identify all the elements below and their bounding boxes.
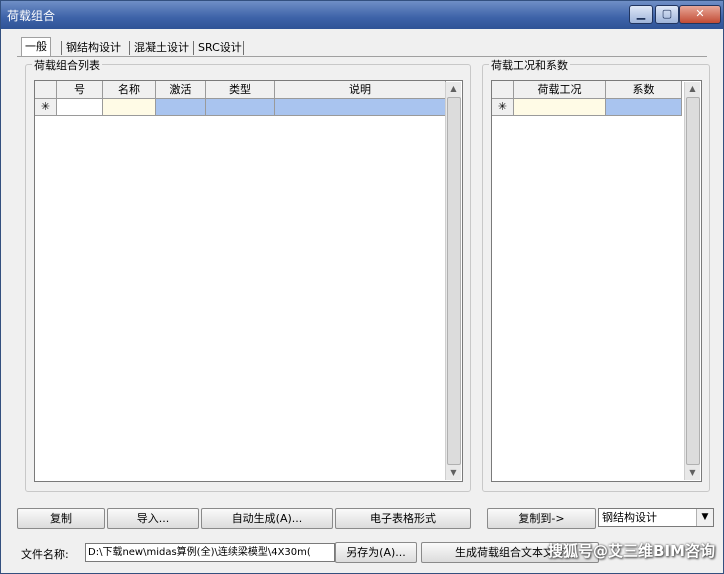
tab-general[interactable]: 一般 <box>21 37 51 57</box>
watermark-text: 搜狐号@艾三维BIM咨询 <box>548 542 715 560</box>
close-button[interactable]: ✕ <box>679 5 721 24</box>
column-header-number[interactable]: 号 <box>57 81 103 99</box>
cell-active[interactable] <box>156 99 206 116</box>
row-header-corner <box>35 81 57 99</box>
cell-load-case[interactable] <box>514 99 606 116</box>
cell-description[interactable] <box>275 99 446 116</box>
copy-to-target-select[interactable]: 钢结构设计 ▼ <box>598 508 714 527</box>
cell-factor[interactable] <box>606 99 682 116</box>
tab-separator <box>129 41 130 55</box>
column-header-active[interactable]: 激活 <box>156 81 206 99</box>
column-header-load-case[interactable]: 荷载工况 <box>514 81 606 99</box>
scroll-down-arrow[interactable]: ▼ <box>685 466 700 480</box>
column-header-name[interactable]: 名称 <box>103 81 156 99</box>
load-case-factor-group: 荷载工况和系数 荷载工况 系数 ✳ ▲ ▼ <box>482 57 710 492</box>
copy-to-button[interactable]: 复制到-> <box>487 508 596 529</box>
spreadsheet-button[interactable]: 电子表格形式 <box>335 508 471 529</box>
new-row-marker: ✳ <box>492 99 514 116</box>
tab-separator <box>61 41 62 55</box>
file-path-field[interactable]: D:\下载new\midas算例(全)\连续梁模型\4X30m( <box>85 543 335 562</box>
copy-to-target-value: 钢结构设计 <box>602 511 657 524</box>
save-as-button[interactable]: 另存为(A)... <box>335 542 417 563</box>
tab-content-border <box>17 56 707 57</box>
group-title: 荷载组合列表 <box>32 57 102 73</box>
title-bar[interactable]: 荷载组合 ▁ ▢ ✕ <box>1 1 723 29</box>
column-header-description[interactable]: 说明 <box>275 81 446 99</box>
maximize-button[interactable]: ▢ <box>655 5 679 24</box>
tab-steel-design[interactable]: 钢结构设计 <box>63 39 124 56</box>
new-row-marker: ✳ <box>35 99 57 116</box>
chevron-down-icon[interactable]: ▼ <box>696 509 713 526</box>
scroll-up-arrow[interactable]: ▲ <box>446 82 461 96</box>
tab-src-design[interactable]: SRC设计 <box>195 39 245 56</box>
scroll-down-arrow[interactable]: ▼ <box>446 466 461 480</box>
file-name-label: 文件名称: <box>21 548 69 561</box>
cell-number[interactable] <box>57 99 103 116</box>
auto-generate-button[interactable]: 自动生成(A)... <box>201 508 333 529</box>
scroll-thumb[interactable] <box>447 97 461 465</box>
tab-separator <box>243 41 244 55</box>
column-header-type[interactable]: 类型 <box>206 81 275 99</box>
load-combination-list-group: 荷载组合列表 号 名称 激活 类型 说明 ✳ ▲ ▼ <box>25 57 471 492</box>
group-title: 荷载工况和系数 <box>489 57 570 73</box>
load-case-grid[interactable]: 荷载工况 系数 ✳ ▲ ▼ <box>491 80 702 482</box>
import-button[interactable]: 导入... <box>107 508 199 529</box>
row-header-corner <box>492 81 514 99</box>
vertical-scrollbar[interactable]: ▲ ▼ <box>684 82 700 480</box>
minimize-button[interactable]: ▁ <box>629 5 653 24</box>
copy-button[interactable]: 复制 <box>17 508 105 529</box>
tab-separator <box>193 41 194 55</box>
dialog-window: 荷载组合 ▁ ▢ ✕ 一般 钢结构设计 混凝土设计 SRC设计 荷载组合列表 号… <box>0 0 724 574</box>
window-title: 荷载组合 <box>7 9 56 23</box>
load-combination-grid[interactable]: 号 名称 激活 类型 说明 ✳ ▲ ▼ <box>34 80 463 482</box>
vertical-scrollbar[interactable]: ▲ ▼ <box>445 82 461 480</box>
cell-type[interactable] <box>206 99 275 116</box>
scroll-thumb[interactable] <box>686 97 700 465</box>
tab-concrete-design[interactable]: 混凝土设计 <box>131 39 192 56</box>
scroll-up-arrow[interactable]: ▲ <box>685 82 700 96</box>
cell-name[interactable] <box>103 99 156 116</box>
column-header-factor[interactable]: 系数 <box>606 81 682 99</box>
